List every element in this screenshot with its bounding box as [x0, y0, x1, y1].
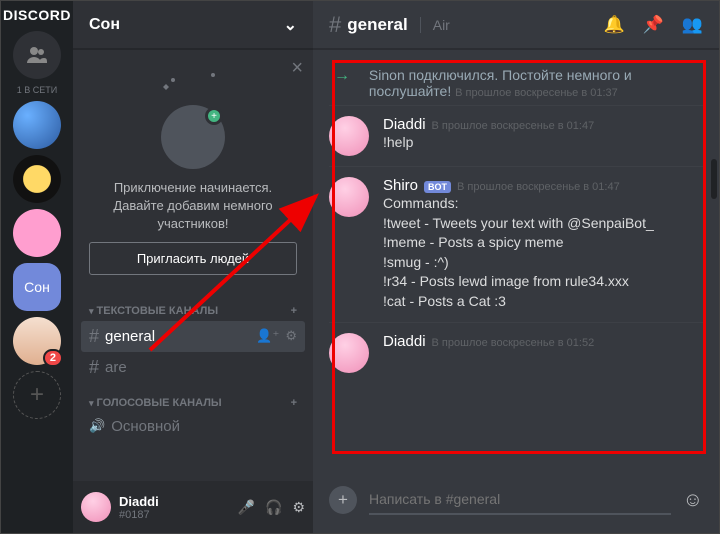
message-text: Commands: !tweet - Tweets your text with…	[383, 194, 703, 312]
guild-anime[interactable]: 2	[13, 317, 61, 365]
invite-icon[interactable]: 👤⁺	[256, 328, 279, 344]
guild-soccer[interactable]	[13, 155, 61, 203]
channels-sidebar: Сон ⌄ × + Приключение начинается. Давайт…	[73, 1, 313, 533]
message-time: В прошлое воскресенье в 01:47	[457, 181, 620, 193]
hash-icon: #	[329, 12, 341, 38]
members-icon[interactable]: 👥	[682, 15, 703, 35]
message-avatar[interactable]	[329, 177, 369, 217]
guild-friends[interactable]	[13, 31, 61, 79]
message-avatar[interactable]	[329, 116, 369, 156]
voice-channel-main[interactable]: 🔊 Основной	[81, 413, 305, 440]
chevron-down-icon: ▾	[89, 306, 94, 316]
join-arrow-icon: →	[329, 67, 355, 85]
channel-title: general	[347, 15, 407, 35]
pin-icon[interactable]: 📌	[643, 15, 664, 35]
speaker-icon: 🔊	[89, 418, 105, 434]
scrollbar[interactable]	[711, 159, 717, 199]
message-author[interactable]: Shiro	[383, 177, 418, 194]
mute-icon[interactable]: 🎤	[238, 499, 255, 516]
message-input[interactable]	[369, 485, 671, 515]
text-channels-category[interactable]: ▾ТЕКСТОВЫЕ КАНАЛЫ +	[81, 291, 305, 321]
guild-son[interactable]: Сон	[13, 263, 61, 311]
channel-are[interactable]: # are	[81, 352, 305, 383]
invite-people-button[interactable]: Пригласить людей	[89, 242, 297, 275]
chat-header: # general Air 🔔 📌 👥	[313, 1, 719, 49]
message-author[interactable]: Diaddi	[383, 333, 426, 350]
message: Diaddi В прошлое воскресенье в 01:52	[329, 322, 703, 383]
messages-list[interactable]: → Sinon подключился. Постойте немного и …	[313, 49, 719, 467]
plus-icon: +	[205, 107, 223, 125]
message-input-row: + ☺	[313, 467, 719, 533]
attach-icon[interactable]: +	[329, 486, 357, 514]
channel-general[interactable]: # general 👤⁺ ⚙	[81, 321, 305, 352]
self-username: Diaddi	[119, 494, 230, 509]
close-icon[interactable]: ×	[291, 57, 303, 80]
message: Shiro BOT В прошлое воскресенье в 01:47 …	[329, 166, 703, 322]
notification-badge: 2	[43, 349, 63, 367]
voice-channels-category[interactable]: ▾ГОЛОСОВЫЕ КАНАЛЫ +	[81, 383, 305, 413]
user-panel: Diaddi #0187 🎤 🎧 ⚙	[73, 481, 313, 533]
bell-icon[interactable]: 🔔	[603, 15, 624, 35]
chat-area: # general Air 🔔 📌 👥 → Sinon подключился.…	[313, 1, 719, 533]
invite-avatar-placeholder: +	[161, 105, 225, 169]
online-count-label: 1 В СЕТИ	[17, 85, 57, 95]
add-channel-icon[interactable]: +	[291, 397, 297, 409]
discord-logo: DISCORD	[3, 7, 71, 23]
message-author[interactable]: Diaddi	[383, 116, 426, 133]
channels-list: ▾ТЕКСТОВЫЕ КАНАЛЫ + # general 👤⁺ ⚙ # are…	[73, 291, 313, 481]
add-channel-icon[interactable]: +	[291, 305, 297, 317]
guild-pink[interactable]	[13, 209, 61, 257]
message-time: В прошлое воскресенье в 01:52	[432, 337, 595, 349]
self-avatar[interactable]	[81, 492, 111, 522]
server-name: Сон	[89, 16, 120, 34]
invite-prompt: × + Приключение начинается. Давайте доба…	[73, 49, 313, 291]
gear-icon[interactable]: ⚙	[285, 328, 297, 344]
guild-blue[interactable]	[13, 101, 61, 149]
add-guild-button[interactable]: +	[13, 371, 61, 419]
bot-badge: BOT	[424, 181, 451, 193]
channel-topic: Air	[420, 17, 450, 33]
invite-text: Приключение начинается. Давайте добавим …	[89, 179, 297, 234]
chevron-down-icon: ▾	[89, 398, 94, 408]
message: Diaddi В прошлое воскресенье в 01:47 !he…	[329, 105, 703, 166]
self-tag: #0187	[119, 509, 230, 521]
message-time: В прошлое воскресенье в 01:47	[432, 120, 595, 132]
chevron-down-icon: ⌄	[284, 15, 297, 35]
system-message: → Sinon подключился. Постойте немного и …	[329, 61, 703, 105]
deafen-icon[interactable]: 🎧	[265, 499, 282, 516]
settings-icon[interactable]: ⚙	[292, 499, 305, 516]
guilds-rail: DISCORD 1 В СЕТИ Сон 2 +	[1, 1, 73, 533]
message-text: !help	[383, 133, 703, 153]
server-header[interactable]: Сон ⌄	[73, 1, 313, 49]
hash-icon: #	[89, 357, 99, 378]
message-avatar[interactable]	[329, 333, 369, 373]
emoji-icon[interactable]: ☺	[683, 489, 703, 512]
hash-icon: #	[89, 326, 99, 347]
